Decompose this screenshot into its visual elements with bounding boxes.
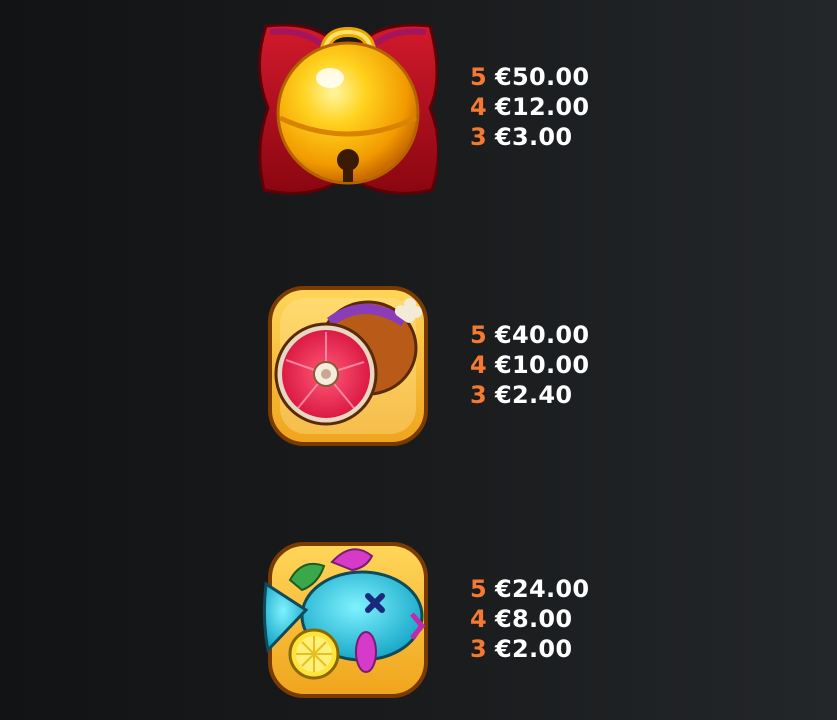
symbol-count: 4 <box>470 605 487 633</box>
symbol-count: 5 <box>470 63 487 91</box>
symbol-count: 5 <box>470 575 487 603</box>
symbol-count: 4 <box>470 93 487 121</box>
bell-icon <box>258 18 440 198</box>
payout-amount: €8.00 <box>495 605 573 633</box>
payout-amount: €10.00 <box>495 351 590 379</box>
payout-amount: €2.00 <box>495 635 573 663</box>
payout-amount: €24.00 <box>495 575 590 603</box>
payout-amount: €2.40 <box>495 381 573 409</box>
payout-list: 5 €50.00 4 €12.00 3 €3.00 <box>470 62 589 152</box>
fish-icon <box>262 540 432 700</box>
payout-line: 4 €12.00 <box>470 92 589 122</box>
payout-line: 3 €3.00 <box>470 122 589 152</box>
payout-list: 5 €24.00 4 €8.00 3 €2.00 <box>470 574 589 664</box>
paytable-row-fish: 5 €24.00 4 €8.00 3 €2.00 <box>0 540 837 720</box>
payout-line: 5 €40.00 <box>470 320 589 350</box>
payout-line: 5 €24.00 <box>470 574 589 604</box>
paytable-row-ham: 5 €40.00 4 €10.00 3 €2.40 <box>0 282 837 482</box>
payout-amount: €40.00 <box>495 321 590 349</box>
payout-line: 4 €8.00 <box>470 604 589 634</box>
payout-list: 5 €40.00 4 €10.00 3 €2.40 <box>470 320 589 410</box>
symbol-count: 3 <box>470 123 487 151</box>
payout-line: 5 €50.00 <box>470 62 589 92</box>
payout-amount: €50.00 <box>495 63 590 91</box>
symbol-count: 4 <box>470 351 487 379</box>
payout-line: 4 €10.00 <box>470 350 589 380</box>
ham-icon <box>264 282 432 450</box>
symbol-count: 3 <box>470 381 487 409</box>
payout-amount: €3.00 <box>495 123 573 151</box>
symbol-count: 3 <box>470 635 487 663</box>
symbol-count: 5 <box>470 321 487 349</box>
payout-amount: €12.00 <box>495 93 590 121</box>
payout-line: 3 €2.40 <box>470 380 589 410</box>
paytable-row-bell: 5 €50.00 4 €12.00 3 €3.00 <box>0 18 837 218</box>
payout-line: 3 €2.00 <box>470 634 589 664</box>
